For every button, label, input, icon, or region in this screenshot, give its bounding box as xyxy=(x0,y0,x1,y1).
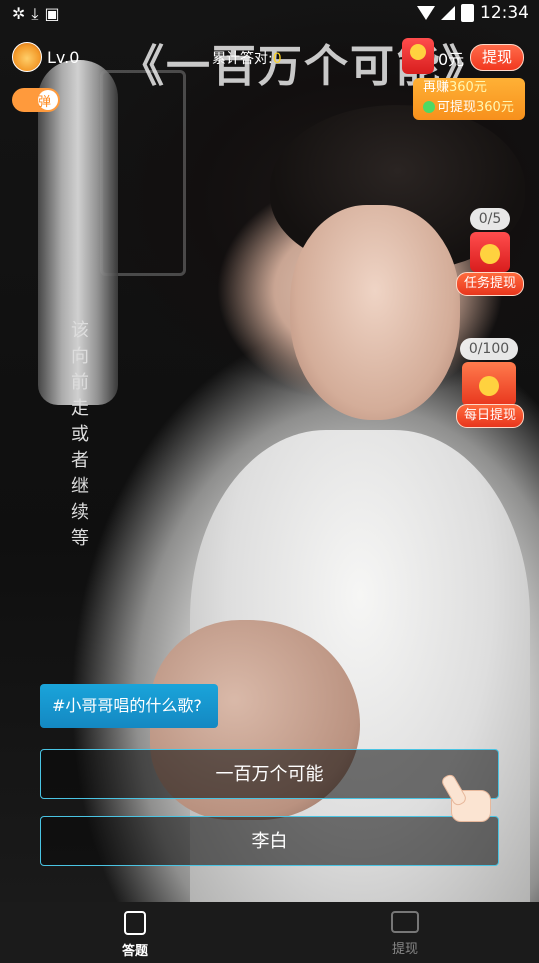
check-icon xyxy=(423,101,435,113)
withdraw-button[interactable]: 提现 xyxy=(470,44,524,71)
withdrawable-prefix: 可提现 xyxy=(437,100,477,115)
daily-withdraw-button[interactable]: 每日提现 xyxy=(456,404,524,428)
wallet-icon xyxy=(391,911,419,933)
danmaku-toggle[interactable]: 弹 xyxy=(12,88,60,112)
avatar xyxy=(12,42,42,72)
task-withdraw-button[interactable]: 任务提现 xyxy=(456,272,524,296)
quiz-question: #小哥哥唱的什么歌? xyxy=(40,684,218,728)
balance-amount: 0元 xyxy=(438,50,465,69)
correct-counter: 累计答对:0 xyxy=(212,48,282,68)
coin-icon xyxy=(479,376,499,396)
status-right-icons: 12:34 xyxy=(417,3,529,23)
task-progress-badge: 0/5 xyxy=(470,208,510,230)
daily-red-envelope-icon[interactable] xyxy=(462,362,516,406)
answer-option-2[interactable]: 李白 xyxy=(40,816,499,866)
tab-quiz-label: 答题 xyxy=(121,944,148,959)
withdrawable-value: 360元 xyxy=(476,100,514,115)
status-left-icons: ✲⤓▣ xyxy=(12,4,66,24)
earn-progress-box[interactable]: 再赚360元 可提现360元 xyxy=(413,78,525,120)
quiz-icon xyxy=(124,911,146,935)
earn-line-1: 再赚360元 xyxy=(423,78,525,98)
tab-withdraw[interactable]: 提现 xyxy=(270,902,539,963)
task-red-envelope-icon[interactable] xyxy=(470,232,510,272)
counter-label: 累计答对: xyxy=(212,51,273,67)
battery-icon xyxy=(461,4,474,22)
daily-progress-badge: 0/100 xyxy=(460,338,518,360)
answer-option-1[interactable]: 一百万个可能 xyxy=(40,749,499,799)
tab-quiz[interactable]: 答题 xyxy=(0,902,270,963)
tab-withdraw-label: 提现 xyxy=(391,942,418,957)
danmaku-label: 弹 xyxy=(38,95,52,110)
coin-icon xyxy=(410,44,426,60)
counter-value: 0 xyxy=(272,51,282,67)
signal-icon xyxy=(441,6,455,20)
red-envelope-icon[interactable] xyxy=(402,38,434,74)
compass-icon: ✲ xyxy=(12,4,32,23)
status-bar: ✲⤓▣ 12:34 xyxy=(0,0,539,28)
pointing-hand-icon xyxy=(439,772,491,822)
status-time: 12:34 xyxy=(480,3,529,23)
level-label: Lv.0 xyxy=(47,47,80,67)
wifi-icon xyxy=(417,6,435,20)
user-level[interactable]: Lv.0 xyxy=(12,42,79,72)
coin-icon xyxy=(480,244,500,264)
earn-line-2: 可提现360元 xyxy=(423,98,525,118)
earn-prefix: 再赚 xyxy=(423,80,450,95)
vertical-lyric: 该向前走或者继续等 xyxy=(71,320,89,549)
bottom-tab-bar: 答题 提现 xyxy=(0,902,539,963)
singer-face xyxy=(290,205,460,420)
earn-value: 360元 xyxy=(449,80,487,95)
font-icon: ▣ xyxy=(44,4,66,23)
download-icon: ⤓ xyxy=(31,4,45,23)
